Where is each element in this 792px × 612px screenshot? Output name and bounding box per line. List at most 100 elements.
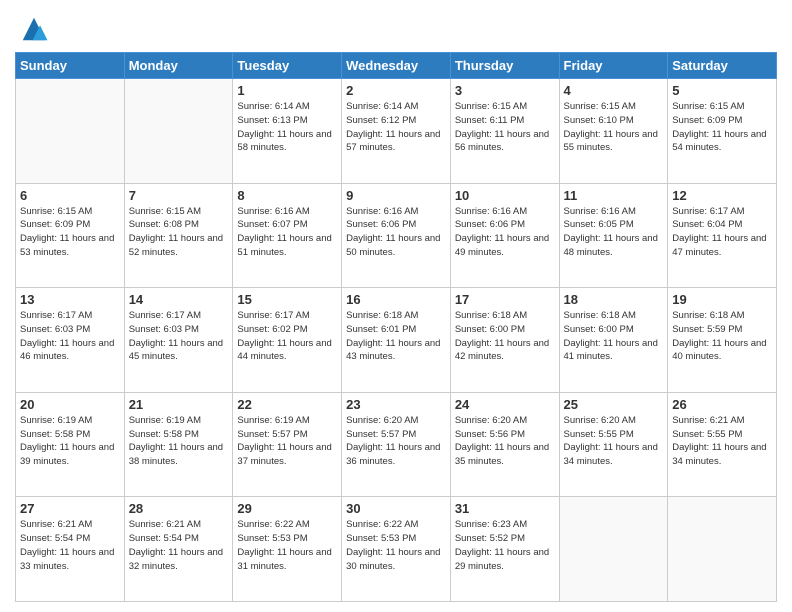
calendar-header-saturday: Saturday [668,53,777,79]
day-info-line: Daylight: 11 hours and 33 minutes. [20,547,114,572]
day-info-line: Daylight: 11 hours and 54 minutes. [672,129,766,154]
day-info-line: Sunrise: 6:17 AM [672,206,744,217]
day-info-line: Sunset: 6:04 PM [672,219,742,230]
day-info: Sunrise: 6:20 AMSunset: 5:57 PMDaylight:… [346,414,446,469]
day-info-line: Daylight: 11 hours and 46 minutes. [20,338,114,363]
day-info-line: Sunset: 6:07 PM [237,219,307,230]
day-info-line: Daylight: 11 hours and 55 minutes. [564,129,658,154]
logo-icon [19,14,49,44]
page: SundayMondayTuesdayWednesdayThursdayFrid… [0,0,792,612]
day-info-line: Sunset: 6:09 PM [672,115,742,126]
day-info: Sunrise: 6:18 AMSunset: 6:00 PMDaylight:… [564,309,664,364]
day-info: Sunrise: 6:21 AMSunset: 5:54 PMDaylight:… [20,518,120,573]
day-info: Sunrise: 6:20 AMSunset: 5:56 PMDaylight:… [455,414,555,469]
day-info: Sunrise: 6:21 AMSunset: 5:54 PMDaylight:… [129,518,229,573]
day-info-line: Sunrise: 6:21 AM [672,415,744,426]
calendar-header-monday: Monday [124,53,233,79]
day-number: 31 [455,501,555,516]
day-info: Sunrise: 6:16 AMSunset: 6:06 PMDaylight:… [346,205,446,260]
day-info-line: Daylight: 11 hours and 31 minutes. [237,547,331,572]
day-number: 16 [346,292,446,307]
day-number: 26 [672,397,772,412]
day-number: 19 [672,292,772,307]
day-info-line: Sunset: 6:13 PM [237,115,307,126]
day-info-line: Sunrise: 6:15 AM [564,101,636,112]
day-info-line: Sunrise: 6:19 AM [129,415,201,426]
calendar-cell: 25Sunrise: 6:20 AMSunset: 5:55 PMDayligh… [559,392,668,497]
day-info: Sunrise: 6:15 AMSunset: 6:10 PMDaylight:… [564,100,664,155]
day-info-line: Daylight: 11 hours and 35 minutes. [455,442,549,467]
day-info-line: Daylight: 11 hours and 42 minutes. [455,338,549,363]
day-info: Sunrise: 6:17 AMSunset: 6:03 PMDaylight:… [129,309,229,364]
day-info-line: Daylight: 11 hours and 36 minutes. [346,442,440,467]
day-info: Sunrise: 6:14 AM Sunset: 6:13 PM Daylight:… [237,100,337,155]
day-info-line: Sunset: 6:00 PM [455,324,525,335]
day-info-line: Daylight: 11 hours and 30 minutes. [346,547,440,572]
day-info-line: Daylight: 11 hours and 38 minutes. [129,442,223,467]
day-info-line: Daylight: 11 hours and 32 minutes. [129,547,223,572]
day-info-line: Sunrise: 6:16 AM [455,206,527,217]
day-info-line: Sunrise: 6:23 AM [455,519,527,530]
day-info: Sunrise: 6:21 AMSunset: 5:55 PMDaylight:… [672,414,772,469]
day-info-line: Daylight: 11 hours and 39 minutes. [20,442,114,467]
calendar-cell: 14Sunrise: 6:17 AMSunset: 6:03 PMDayligh… [124,288,233,393]
day-info-line: Daylight: 11 hours and 44 minutes. [237,338,331,363]
day-info-line: Daylight: 11 hours and 53 minutes. [20,233,114,258]
calendar-cell: 27Sunrise: 6:21 AMSunset: 5:54 PMDayligh… [16,497,125,602]
day-info: Sunrise: 6:17 AMSunset: 6:04 PMDaylight:… [672,205,772,260]
calendar-cell: 23 Sunrise: 6:20 AMSunset: 5:57 PMDayligh… [342,392,451,497]
day-info-line: Sunrise: 6:20 AM [564,415,636,426]
calendar-cell: 17Sunrise: 6:18 AMSunset: 6:00 PMDayligh… [450,288,559,393]
day-info-line: Sunset: 5:52 PM [455,533,525,544]
day-info-line: Sunrise: 6:18 AM [346,310,418,321]
calendar-cell: 20Sunrise: 6:19 AMSunset: 5:58 PMDayligh… [16,392,125,497]
day-info-line: Sunrise: 6:18 AM [564,310,636,321]
day-info-line: Sunset: 6:00 PM [564,324,634,335]
calendar-cell: 3Sunrise: 6:15 AMSunset: 6:11 PMDaylight… [450,79,559,184]
day-info: Sunrise: 6:14 AMSunset: 6:12 PMDaylight:… [346,100,446,155]
calendar-week-row: 27Sunrise: 6:21 AMSunset: 5:54 PMDayligh… [16,497,777,602]
day-info: Sunrise: 6:19 AM Sunset: 5:58 PM Daylight:… [20,414,120,469]
calendar-cell: 30Sunrise: 6:22 AMSunset: 5:53 PMDayligh… [342,497,451,602]
day-info-line: Sunset: 6:03 PM [20,324,90,335]
day-info-line: Daylight: 11 hours and 58 minutes. [237,129,331,154]
day-info-line: Sunrise: 6:20 AM [346,415,418,426]
day-number: 11 [564,188,664,203]
day-info-line: Sunset: 5:59 PM [672,324,742,335]
day-info-line: Sunset: 5:58 PM [129,429,199,440]
day-info-line: Sunrise: 6:14 AM [237,101,309,112]
calendar-cell: 8Sunrise: 6:16 AMSunset: 6:07 PMDaylight… [233,183,342,288]
calendar-header-sunday: Sunday [16,53,125,79]
day-info-line: Sunset: 6:02 PM [237,324,307,335]
day-number: 3 [455,83,555,98]
day-number: 23 [346,397,446,412]
calendar-cell: 6Sunrise: 6:15 AMSunset: 6:09 PMDaylight… [16,183,125,288]
day-info-line: Sunrise: 6:15 AM [672,101,744,112]
day-number: 7 [129,188,229,203]
day-number: 18 [564,292,664,307]
day-info-line: Daylight: 11 hours and 29 minutes. [455,547,549,572]
day-info-line: Sunset: 5:53 PM [346,533,416,544]
day-info-line: Daylight: 11 hours and 48 minutes. [564,233,658,258]
calendar-cell: 31 Sunrise: 6:23 AM Sunset: 5:52 PM Dayligh… [450,497,559,602]
calendar-cell: 5Sunrise: 6:15 AMSunset: 6:09 PMDaylight… [668,79,777,184]
day-info: Sunrise: 6:18 AMSunset: 6:01 PMDaylight:… [346,309,446,364]
day-info-line: Sunrise: 6:19 AM [237,415,309,426]
day-info-line: Sunrise: 6:19 AM [20,415,92,426]
calendar-cell: 4Sunrise: 6:15 AMSunset: 6:10 PMDaylight… [559,79,668,184]
day-info-line: Sunset: 5:58 PM [20,429,90,440]
day-info-line: Sunrise: 6:15 AM [129,206,201,217]
day-info-line: Sunrise: 6:17 AM [129,310,201,321]
calendar-cell: 24Sunrise: 6:20 AMSunset: 5:56 PMDayligh… [450,392,559,497]
day-info-line: Daylight: 11 hours and 34 minutes. [564,442,658,467]
day-info-line: Daylight: 11 hours and 49 minutes. [455,233,549,258]
calendar-header-friday: Friday [559,53,668,79]
calendar-cell: 10Sunrise: 6:16 AMSunset: 6:06 PMDayligh… [450,183,559,288]
day-number: 21 [129,397,229,412]
calendar-cell: 12Sunrise: 6:17 AMSunset: 6:04 PMDayligh… [668,183,777,288]
calendar-header-thursday: Thursday [450,53,559,79]
day-number: 30 [346,501,446,516]
calendar-cell: 7Sunrise: 6:15 AMSunset: 6:08 PMDaylight… [124,183,233,288]
day-info-line: Daylight: 11 hours and 56 minutes. [455,129,549,154]
day-info-line: Daylight: 11 hours and 57 minutes. [346,129,440,154]
